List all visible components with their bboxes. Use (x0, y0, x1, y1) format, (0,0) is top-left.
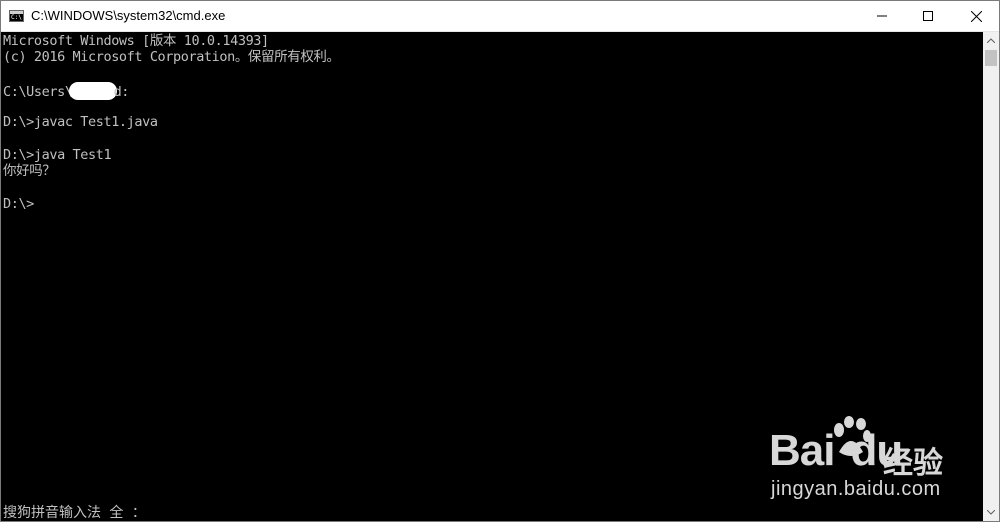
console-prompt: D:\> (3, 195, 34, 212)
close-button[interactable] (953, 1, 999, 31)
title-bar[interactable]: C:\ C:\WINDOWS\system32\cmd.exe (1, 1, 999, 32)
console-line: 你好吗？ (3, 163, 56, 180)
console-lines: Microsoft Windows [版本 10.0.14393] (c) 20… (3, 33, 340, 212)
console-line: (c) 2016 Microsoft Corporation。保留所有权利。 (3, 49, 340, 66)
console-line: Microsoft Windows [版本 10.0.14393] (3, 33, 269, 49)
watermark-jingyan-text: 经验 (883, 446, 943, 481)
console-line: C:\Users\ d: (3, 81, 340, 100)
scroll-down-button[interactable] (983, 504, 999, 521)
vertical-scrollbar[interactable] (983, 32, 999, 521)
baidu-paw-icon (834, 416, 871, 456)
cmd-icon: C:\ (9, 10, 24, 22)
baidu-jingyan-watermark: Bai du 经验 jingyan.baidu.com (769, 416, 969, 506)
cmd-window: C:\ C:\WINDOWS\system32\cmd.exe Microsof… (0, 0, 1000, 522)
minimize-icon (877, 15, 887, 17)
maximize-button[interactable] (905, 1, 951, 31)
minimize-button[interactable] (859, 1, 905, 31)
console-line: D:\>javac Test1.java (3, 114, 158, 131)
window-title: C:\WINDOWS\system32\cmd.exe (31, 8, 226, 23)
ime-status-bar: 搜狗拼音输入法 全 ： (3, 505, 146, 521)
close-icon (970, 10, 982, 22)
path-prefix: C:\Users\ (3, 83, 73, 100)
console-line: D:\>java Test1 (3, 147, 112, 164)
chevron-down-icon (987, 510, 995, 515)
scroll-up-button[interactable] (983, 32, 999, 49)
watermark-url: jingyan.baidu.com (771, 478, 941, 500)
chevron-up-icon (987, 38, 995, 43)
redacted-username (68, 81, 117, 100)
maximize-icon (923, 11, 933, 21)
scroll-thumb[interactable] (985, 50, 997, 66)
path-suffix-command: d: (113, 83, 130, 100)
